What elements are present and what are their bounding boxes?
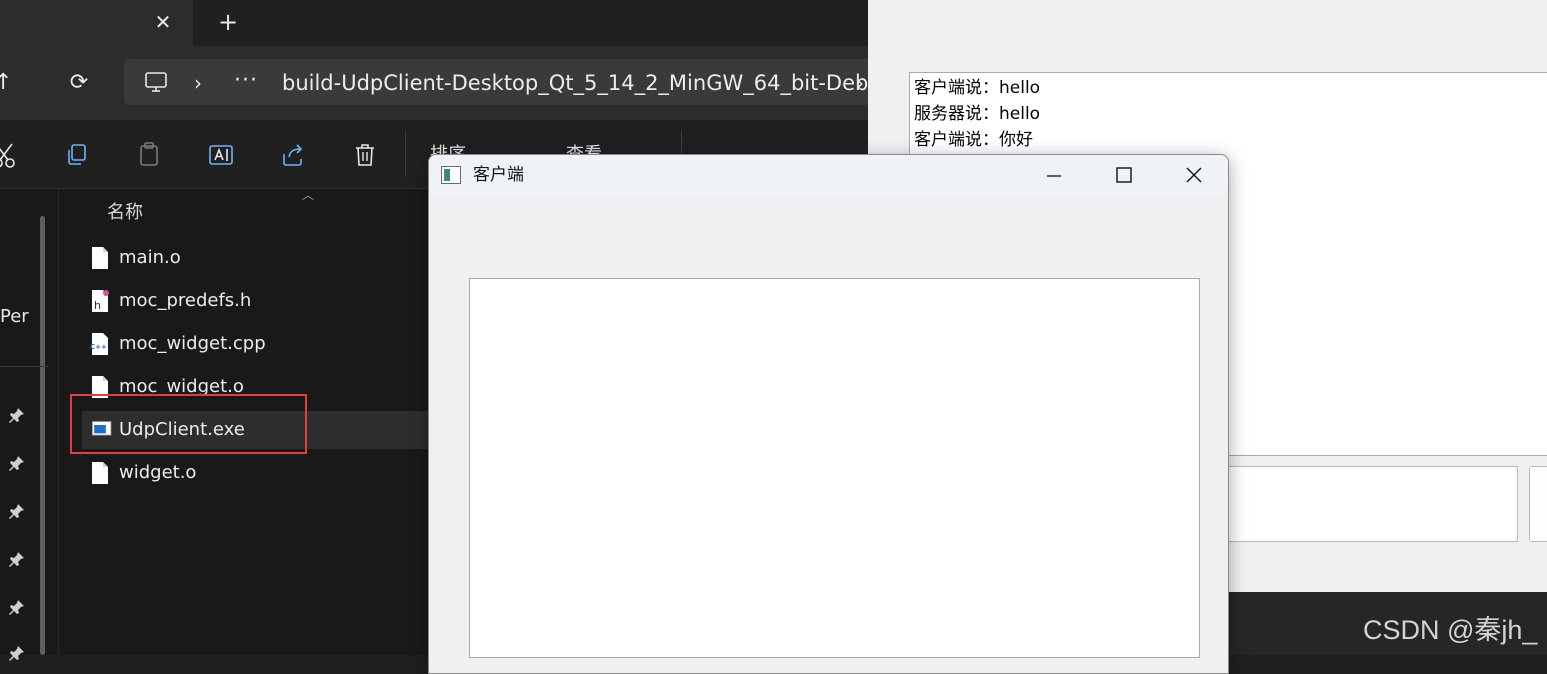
breadcrumb-overflow-button[interactable]: ··· xyxy=(234,66,258,96)
column-header-name[interactable]: 名称 xyxy=(107,198,143,224)
pin-icon[interactable] xyxy=(8,550,26,568)
file-name: moc_predefs.h xyxy=(119,290,252,311)
tab-close-icon[interactable]: ✕ xyxy=(150,8,176,36)
file-icon xyxy=(92,462,108,484)
delete-icon[interactable] xyxy=(352,141,378,169)
file-name: main.o xyxy=(119,247,181,268)
file-row-main-o[interactable]: main.o xyxy=(82,239,428,277)
qt-app-icon xyxy=(441,166,461,184)
file-name: widget.o xyxy=(119,462,197,483)
server-send-button[interactable] xyxy=(1529,466,1547,542)
svg-text:h: h xyxy=(94,299,101,312)
client-message-log[interactable] xyxy=(469,278,1200,658)
close-icon[interactable] xyxy=(1176,160,1212,190)
pin-icon[interactable] xyxy=(8,502,26,520)
file-icon xyxy=(92,247,108,269)
navigation-pane-scrollbar[interactable] xyxy=(40,216,45,655)
maximize-icon[interactable] xyxy=(1106,160,1142,190)
header-file-icon: h xyxy=(92,290,109,312)
pin-icon[interactable] xyxy=(8,644,26,662)
toolbar-divider xyxy=(405,131,406,177)
up-arrow-icon[interactable]: ↑ xyxy=(0,68,20,98)
file-name: moc_widget.cpp xyxy=(119,333,266,354)
pin-icon[interactable] xyxy=(8,454,26,472)
copy-icon[interactable] xyxy=(64,141,90,169)
annotation-highlight-box xyxy=(70,394,307,454)
pin-icon[interactable] xyxy=(8,598,26,616)
nav-item-partial[interactable]: Per xyxy=(0,306,29,327)
rename-icon[interactable] xyxy=(208,141,234,169)
new-tab-button[interactable]: + xyxy=(214,8,242,36)
file-row-moc-widget-cpp[interactable]: C++ moc_widget.cpp xyxy=(82,325,428,363)
server-message-input[interactable] xyxy=(1228,466,1518,542)
minimize-icon[interactable] xyxy=(1036,160,1072,190)
cut-icon[interactable] xyxy=(0,141,18,169)
file-row-moc-predefs-h[interactable]: h moc_predefs.h xyxy=(82,282,428,320)
client-window-title: 客户端 xyxy=(473,165,524,185)
breadcrumb-chevron-icon[interactable]: › xyxy=(856,68,864,98)
log-line: 服务器说：hello xyxy=(914,104,1041,124)
breadcrumb-chevron-icon[interactable]: › xyxy=(194,68,202,98)
refresh-icon[interactable]: ⟳ xyxy=(64,68,94,98)
pin-icon[interactable] xyxy=(8,406,26,424)
svg-text:C++: C++ xyxy=(90,343,107,351)
file-row-widget-o[interactable]: widget.o xyxy=(82,454,428,492)
breadcrumb-current-folder[interactable]: build-UdpClient-Desktop_Qt_5_14_2_MinGW_… xyxy=(282,68,895,98)
share-icon[interactable] xyxy=(280,141,306,169)
sort-ascending-icon: ︿ xyxy=(302,188,315,202)
watermark-text: CSDN @秦jh_ xyxy=(1363,615,1538,645)
paste-icon[interactable] xyxy=(136,141,162,169)
log-line: 客户端说：你好 xyxy=(914,130,1033,150)
cpp-file-icon: C++ xyxy=(90,333,108,355)
this-pc-icon[interactable] xyxy=(144,70,168,94)
nav-divider xyxy=(0,366,48,367)
log-line: 客户端说：hello xyxy=(914,78,1041,98)
